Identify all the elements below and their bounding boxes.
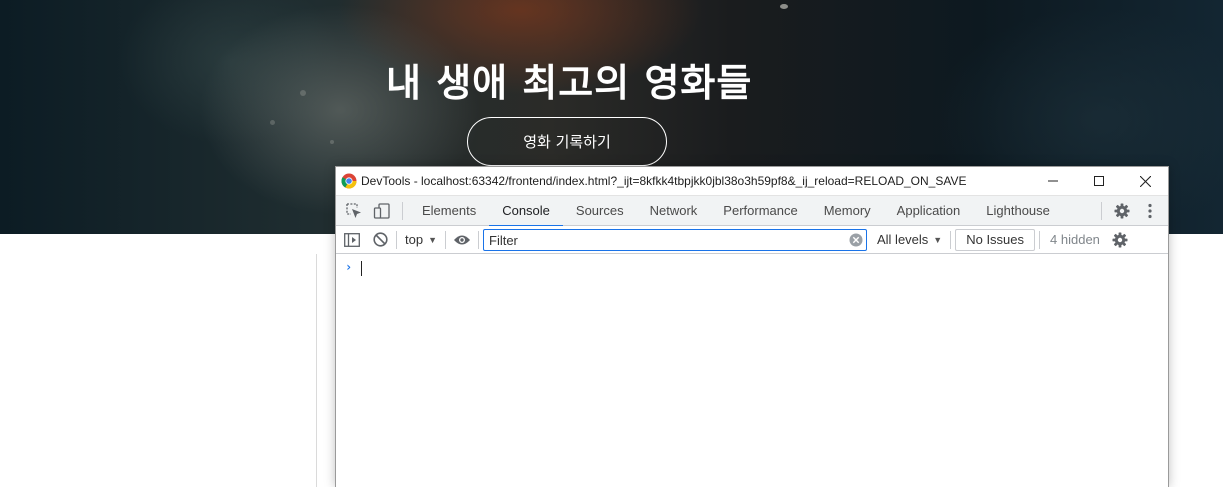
chevron-down-icon: ▼ (933, 234, 943, 245)
close-icon (1139, 175, 1151, 187)
tabbar-actions (1095, 196, 1164, 226)
window-title: DevTools - localhost:63342/frontend/inde… (361, 174, 967, 188)
hero-texture (300, 90, 306, 96)
minimize-icon (1048, 180, 1058, 182)
maximize-icon (1094, 176, 1104, 186)
console-input-caret[interactable] (361, 261, 362, 276)
toolbar-divider (950, 230, 952, 249)
console-settings-button[interactable] (1106, 225, 1134, 255)
devtools-window: DevTools - localhost:63342/frontend/inde… (335, 166, 1169, 487)
toolbar-divider (402, 201, 403, 220)
console-toolbar: top ▼ All levels ▼ No Issues 4 (336, 226, 1168, 254)
toolbar-divider (478, 230, 479, 249)
toolbar-divider (1101, 202, 1102, 220)
window-controls (1030, 167, 1168, 196)
tab-network[interactable]: Network (637, 196, 711, 226)
filter-field[interactable] (483, 228, 867, 251)
close-button[interactable] (1122, 167, 1168, 196)
tab-lighthouse[interactable]: Lighthouse (973, 196, 1063, 226)
minimize-button[interactable] (1030, 167, 1076, 196)
tab-elements[interactable]: Elements (409, 196, 489, 226)
tab-console[interactable]: Console (489, 196, 563, 227)
log-levels-dropdown[interactable]: All levels ▼ (871, 232, 948, 247)
tab-sources[interactable]: Sources (563, 196, 637, 226)
context-selector[interactable]: top ▼ (399, 229, 443, 251)
hidden-messages-count: 4 hidden (1050, 232, 1100, 247)
tab-application[interactable]: Application (884, 196, 974, 226)
chevron-down-icon: ▼ (428, 234, 437, 245)
live-expression-button[interactable] (448, 225, 476, 255)
maximize-button[interactable] (1076, 167, 1122, 196)
toolbar-divider (445, 230, 446, 249)
gear-icon (1114, 203, 1130, 219)
eye-icon (454, 235, 470, 244)
settings-button[interactable] (1108, 196, 1136, 226)
hero-texture (330, 140, 334, 144)
device-toolbar-button[interactable] (368, 196, 396, 226)
clear-console-button[interactable] (366, 225, 394, 255)
inspect-element-button[interactable] (340, 196, 368, 226)
toolbar-divider (396, 230, 397, 249)
devtools-tabbar: Elements Console Sources Network Perform… (336, 196, 1168, 227)
toolbar-divider (1039, 230, 1041, 249)
tab-performance[interactable]: Performance (710, 196, 810, 226)
more-options-button[interactable] (1136, 196, 1164, 226)
issues-button[interactable]: No Issues (955, 228, 1036, 251)
inspect-icon (346, 202, 361, 218)
kebab-menu-icon (1148, 203, 1152, 219)
console-output[interactable]: › (336, 254, 1168, 487)
gear-icon (1112, 232, 1128, 247)
toggle-sidebar-button[interactable] (338, 225, 366, 255)
tab-memory[interactable]: Memory (811, 196, 884, 226)
hero-title: 내 생애 최고의 영화들 (386, 61, 753, 105)
chrome-icon (341, 173, 357, 189)
sidebar-toggle-icon (344, 232, 360, 247)
device-icon (373, 202, 390, 219)
clear-icon (372, 232, 388, 247)
record-movie-button[interactable]: 영화 기록하기 (467, 117, 667, 166)
filter-input[interactable] (484, 230, 866, 250)
page-divider (316, 254, 317, 487)
hero-texture (270, 120, 275, 125)
devtools-titlebar[interactable]: DevTools - localhost:63342/frontend/inde… (336, 167, 1168, 196)
log-levels-value: All levels (877, 232, 929, 247)
hero-texture (780, 4, 788, 9)
context-value: top (405, 232, 424, 247)
clear-filter-icon[interactable] (849, 233, 863, 247)
console-prompt-icon: › (345, 260, 353, 274)
